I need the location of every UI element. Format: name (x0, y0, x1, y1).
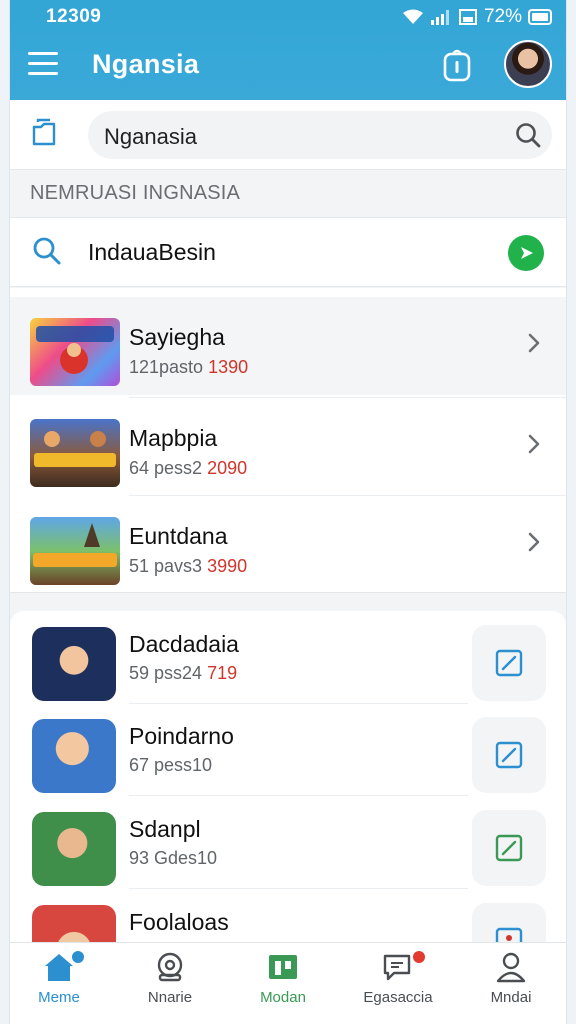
item-subtitle: 59 pss24 719 (129, 663, 238, 683)
nav-badge (72, 951, 84, 963)
app-title: Ngansia (92, 49, 200, 79)
status-icons: 72% (402, 6, 552, 28)
divider (129, 495, 566, 496)
list-item[interactable]: Sayiegha 121pasto 1390 (10, 297, 566, 395)
game-thumbnail[interactable] (32, 812, 116, 886)
filter-row[interactable]: IndauaBesin (10, 217, 566, 287)
battery-icon (528, 9, 552, 25)
list-item[interactable]: Sdanpl 93 Gdes10 (10, 796, 566, 889)
game-list: Dacdadaia 59 pss24 719 Poindarno 67 pess… (10, 611, 566, 979)
item-title: Euntdana (129, 523, 228, 549)
status-time: 12309 (46, 6, 102, 27)
home-icon (45, 954, 73, 981)
nav-label: Meme (38, 989, 80, 1006)
chevron-right-icon[interactable] (526, 331, 542, 355)
nav-games[interactable]: Nnarie (115, 951, 225, 1021)
item-title: Foolaloas (129, 909, 229, 935)
item-subtitle: 67 pess10 (129, 755, 213, 775)
item-title: Sdanpl (129, 816, 201, 842)
edit-icon (495, 741, 523, 769)
item-subtitle: 51 pavs3 3990 (129, 556, 248, 576)
game-thumbnail[interactable] (30, 517, 120, 585)
item-subtitle: 121pasto 1390 (129, 357, 249, 377)
item-title: Mapbpia (129, 425, 218, 451)
send-icon (521, 247, 533, 259)
list-item[interactable]: Mapbpia 64 pess2 2090 (10, 397, 566, 496)
sim-icon (458, 9, 477, 25)
divider (129, 397, 566, 398)
nav-messages[interactable]: Egasaccia (343, 951, 453, 1021)
search-value: Nganasia (104, 124, 197, 149)
item-title: Dacdadaia (129, 631, 239, 657)
featured-list: Sayiegha 121pasto 1390 Mapbpia 64 pess2 … (10, 288, 566, 593)
nav-home[interactable]: Meme (10, 951, 114, 1021)
chevron-right-icon[interactable] (526, 530, 542, 554)
list-item[interactable]: Euntdana 51 pavs3 3990 (10, 495, 566, 594)
gamepad-icon (157, 952, 183, 982)
game-thumbnail[interactable] (32, 719, 116, 793)
edit-icon (495, 649, 523, 677)
item-subtitle: 93 Gdes10 (129, 848, 218, 868)
menu-icon[interactable] (28, 52, 58, 76)
search-icon[interactable] (514, 121, 542, 149)
list-item[interactable]: Dacdadaia 59 pss24 719 (10, 611, 566, 704)
user-icon (496, 952, 526, 983)
filter-label: IndauaBesin (88, 239, 216, 265)
bottom-nav: Meme Nnarie Modan Egasaccia Mndai (10, 942, 566, 1024)
nav-label: Modan (260, 989, 306, 1006)
phone-screen: 12309 72% Ngansia Nganasia NEMRUASI INGN… (10, 0, 566, 1024)
notification-icon[interactable] (442, 48, 472, 82)
item-title: Sayiegha (129, 324, 225, 350)
search-row: Nganasia (10, 100, 566, 170)
nav-market[interactable]: Modan (228, 951, 338, 1021)
edit-button[interactable] (472, 717, 546, 793)
game-thumbnail[interactable] (30, 318, 120, 386)
app-header: 12309 72% Ngansia (10, 0, 566, 100)
nav-profile[interactable]: Mndai (456, 951, 566, 1021)
edit-icon (495, 834, 523, 862)
go-button[interactable] (508, 235, 544, 271)
game-thumbnail[interactable] (30, 419, 120, 487)
chat-icon (383, 954, 411, 981)
search-icon (33, 237, 61, 265)
signal-icon (430, 10, 449, 25)
item-subtitle: 64 pess2 2090 (129, 458, 248, 478)
status-bar: 12309 72% (10, 4, 566, 28)
item-title: Poindarno (129, 723, 234, 749)
folder-icon[interactable] (30, 118, 60, 148)
nav-label: Nnarie (147, 989, 193, 1006)
chevron-right-icon[interactable] (526, 432, 542, 456)
game-thumbnail[interactable] (32, 627, 116, 701)
search-input[interactable]: Nganasia (88, 111, 552, 159)
grid-icon (269, 955, 297, 979)
section-heading: NEMRUASI INGNASIA (30, 182, 241, 204)
nav-label: Mndai (490, 989, 532, 1006)
nav-badge (413, 951, 425, 963)
battery-percent: 72% (483, 6, 522, 27)
nav-label: Egasaccia (363, 989, 433, 1006)
app-bar: Ngansia (10, 38, 566, 92)
wifi-icon (402, 9, 423, 24)
edit-button[interactable] (472, 810, 546, 886)
edit-button[interactable] (472, 625, 546, 701)
list-item[interactable]: Poindarno 67 pess10 (10, 703, 566, 796)
avatar[interactable] (504, 40, 552, 88)
